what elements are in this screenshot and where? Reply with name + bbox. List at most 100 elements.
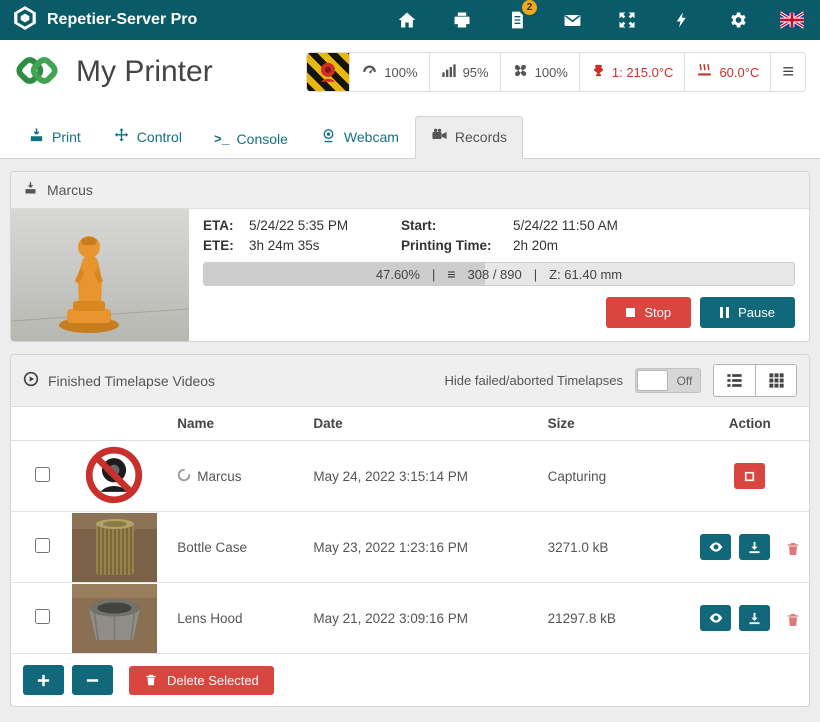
eta-value: 5/24/22 5:35 PM	[249, 218, 397, 233]
timelapse-size: 21297.8 kB	[540, 583, 691, 654]
timelapse-date: May 21, 2022 3:09:16 PM	[305, 583, 539, 654]
pause-button[interactable]: Pause	[700, 297, 795, 328]
timelapse-thumbnail[interactable]	[72, 584, 157, 653]
tab-records[interactable]: Records	[415, 116, 523, 159]
row-checkbox[interactable]	[35, 538, 50, 553]
fan-value: 100%	[535, 65, 568, 80]
grid-view-button[interactable]	[755, 365, 796, 396]
speed-status[interactable]: 100%	[349, 53, 428, 91]
download-video-button[interactable]	[739, 534, 770, 560]
timelapse-panel: Finished Timelapse Videos Hide failed/ab…	[10, 354, 810, 707]
timelapse-name: Bottle Case	[169, 512, 305, 583]
start-value: 5/24/22 11:50 AM	[513, 218, 795, 233]
tab-print[interactable]: Print	[12, 116, 97, 159]
hide-failed-toggle[interactable]: Off	[635, 368, 701, 393]
webcam-hazard-icon	[307, 52, 349, 92]
printer-menu-button[interactable]: ≡	[770, 53, 805, 91]
tab-control-label: Control	[137, 129, 182, 145]
bed-temp-status[interactable]: 60.0°C	[684, 53, 770, 91]
stop-capture-button[interactable]	[734, 463, 765, 489]
progress-percent: 47.60%	[376, 267, 420, 282]
job-info: ETA: 5/24/22 5:35 PM Start: 5/24/22 11:5…	[189, 209, 809, 341]
timelapse-name: Lens Hood	[169, 583, 305, 654]
timelapse-heading-controls: Hide failed/aborted Timelapses Off	[445, 364, 798, 397]
deselect-all-button[interactable]	[72, 665, 113, 695]
table-row: Marcus May 24, 2022 3:15:14 PM Capturing	[11, 441, 809, 512]
printer-tabs: Print Control >_ Console Webcam Records	[0, 104, 820, 159]
separator: |	[534, 267, 537, 282]
timelapse-thumbnail[interactable]	[72, 513, 157, 582]
print-queue-icon[interactable]: 2	[505, 8, 529, 32]
flow-status[interactable]: 95%	[429, 53, 500, 91]
tab-control[interactable]: Control	[97, 116, 198, 159]
timelapse-date: May 23, 2022 1:23:16 PM	[305, 512, 539, 583]
separator: |	[432, 267, 435, 282]
language-flag-icon[interactable]	[780, 8, 804, 32]
printer-status-bar: 100% 95% 100% 1: 215.0°C 60.0°C	[306, 52, 806, 92]
current-print-body: ETA: 5/24/22 5:35 PM Start: 5/24/22 11:5…	[11, 209, 809, 341]
current-print-heading: Marcus	[11, 172, 809, 209]
fan-icon	[512, 62, 529, 82]
home-icon[interactable]	[395, 8, 419, 32]
timelapse-table: Name Date Size Action	[11, 407, 809, 654]
heated-bed-icon	[696, 62, 713, 82]
list-view-button[interactable]	[714, 365, 755, 396]
header-date: Date	[305, 407, 539, 441]
current-print-panel: Marcus ETA: 5/24/22	[10, 171, 810, 342]
timelapse-date: May 24, 2022 3:15:14 PM	[305, 441, 539, 512]
pause-icon	[720, 307, 729, 318]
select-all-button[interactable]	[23, 665, 64, 695]
delete-selected-label: Delete Selected	[167, 673, 259, 688]
job-actions: Stop Pause	[203, 297, 795, 328]
extruder-temp-status[interactable]: 1: 215.0°C	[579, 53, 685, 91]
z-height: Z: 61.40 mm	[549, 267, 622, 282]
move-arrows-icon	[113, 127, 130, 147]
job-model-thumbnail[interactable]	[11, 209, 189, 341]
settings-gear-icon[interactable]	[725, 8, 749, 32]
stop-button[interactable]: Stop	[606, 297, 691, 328]
tab-records-label: Records	[455, 129, 507, 145]
power-bolt-icon[interactable]	[670, 8, 694, 32]
download-video-button[interactable]	[739, 605, 770, 631]
webcam-status-button[interactable]	[307, 53, 349, 91]
start-label: Start:	[401, 218, 509, 233]
timelapse-heading: Finished Timelapse Videos Hide failed/ab…	[11, 355, 809, 407]
tab-console[interactable]: >_ Console	[198, 120, 304, 159]
no-webcam-icon	[85, 492, 143, 507]
layer-count: 308 / 890	[468, 267, 522, 282]
app-title[interactable]: Repetier-Server Pro	[47, 11, 197, 29]
terminal-icon: >_	[214, 132, 230, 147]
fullscreen-icon[interactable]	[615, 8, 639, 32]
delete-selected-button[interactable]: Delete Selected	[129, 666, 274, 695]
hide-failed-label: Hide failed/aborted Timelapses	[445, 373, 624, 388]
flow-value: 95%	[463, 65, 489, 80]
print-icon	[28, 127, 45, 147]
table-header-row: Name Date Size Action	[11, 407, 809, 441]
row-checkbox[interactable]	[35, 609, 50, 624]
stop-label: Stop	[644, 305, 671, 320]
row-checkbox[interactable]	[35, 467, 50, 482]
webcam-icon	[320, 127, 337, 147]
printer-icon[interactable]	[450, 8, 474, 32]
header-name: Name	[169, 407, 305, 441]
spinner-icon	[177, 468, 191, 485]
queue-count-badge: 2	[522, 0, 537, 15]
eta-label: ETA:	[203, 218, 245, 233]
tab-webcam[interactable]: Webcam	[304, 116, 415, 159]
fan-status[interactable]: 100%	[500, 53, 579, 91]
toggle-knob	[637, 370, 668, 391]
stop-icon	[626, 308, 635, 317]
delete-video-icon[interactable]	[785, 612, 801, 631]
delete-video-icon[interactable]	[785, 541, 801, 560]
ete-value: 3h 24m 35s	[249, 238, 397, 253]
view-video-button[interactable]	[700, 534, 731, 560]
view-video-button[interactable]	[700, 605, 731, 631]
messages-icon[interactable]	[560, 8, 584, 32]
flow-icon	[441, 63, 457, 82]
speed-icon	[361, 62, 378, 82]
printing-time-value: 2h 20m	[513, 238, 795, 253]
header-action: Action	[690, 407, 809, 441]
extruder-temp-value: 1: 215.0°C	[612, 65, 674, 80]
current-job-name: Marcus	[47, 182, 93, 198]
timelapse-title: Finished Timelapse Videos	[48, 373, 215, 389]
